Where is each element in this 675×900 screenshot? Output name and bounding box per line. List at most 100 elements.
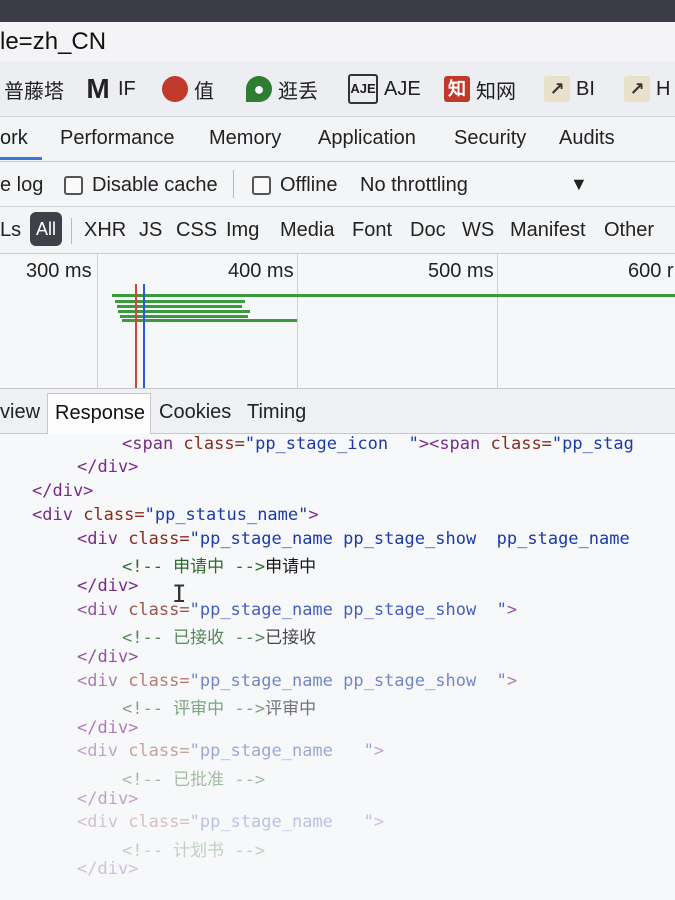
map-pin-icon: ●: [246, 76, 272, 102]
code-attr: class=: [183, 434, 245, 454]
request-bar: [118, 310, 250, 313]
devtools-tab-bar: ork Performance Memory Application Secur…: [0, 117, 675, 162]
tab-memory[interactable]: Memory: [209, 127, 281, 150]
bi-icon: ↗: [624, 76, 650, 102]
code-tag: >: [308, 505, 319, 525]
tab-response-active[interactable]: Response: [47, 393, 151, 434]
code-line: </div>: [77, 718, 139, 738]
response-source-view[interactable]: <span class="pp_stage_icon "><span class…: [0, 434, 675, 900]
code-line: </div>: [77, 859, 139, 879]
checkbox-icon[interactable]: [252, 176, 271, 195]
bookmark-label: 逛丢: [278, 80, 318, 103]
bookmark-aje[interactable]: AJE AJE: [348, 74, 421, 104]
filter-img[interactable]: Img: [226, 219, 259, 242]
code-comment: <!-- 已批准 -->: [122, 770, 266, 790]
code-tag: <div: [77, 671, 129, 691]
bookmark-gmail[interactable]: M IF: [84, 73, 135, 104]
code-line: <!-- 计划书 -->: [122, 836, 265, 861]
filter-other[interactable]: Other: [604, 219, 654, 242]
network-overview-timeline[interactable]: 300 ms 400 ms 500 ms 600 r: [0, 254, 675, 389]
tab-timing[interactable]: Timing: [247, 401, 306, 424]
code-line: </div>: [77, 457, 139, 477]
code-line: <div class="pp_stage_name pp_stage_show …: [77, 671, 517, 691]
code-value: "pp_stage_name pp_stage_show ": [189, 600, 507, 620]
code-comment: <!-- 申请中 -->: [122, 557, 266, 577]
filter-doc[interactable]: Doc: [410, 219, 446, 242]
code-tag: <div: [77, 529, 129, 549]
tab-network[interactable]: ork: [0, 127, 28, 150]
filter-font[interactable]: Font: [352, 219, 392, 242]
tab-application[interactable]: Application: [318, 127, 416, 150]
bookmark-pagoda[interactable]: 普藤塔: [4, 75, 64, 103]
filter-css[interactable]: CSS: [176, 219, 217, 242]
gmail-icon: M: [86, 73, 110, 104]
code-attr: class=: [128, 671, 190, 691]
filter-xhr[interactable]: XHR: [84, 219, 126, 242]
tab-preview[interactable]: view: [0, 401, 40, 424]
offline-checkbox[interactable]: Offline: [252, 174, 337, 197]
code-value: "pp_status_name": [144, 505, 309, 525]
tab-performance[interactable]: Performance: [60, 127, 175, 150]
code-line: </div>: [32, 481, 94, 501]
code-attr: class=: [128, 812, 190, 832]
bookmark-label: AJE: [384, 77, 421, 100]
code-tag: >: [373, 812, 385, 832]
timeline-tick-label: 300 ms: [26, 260, 92, 282]
code-text: 已接收: [265, 628, 317, 648]
timeline-gridline: [497, 254, 498, 388]
disable-cache-checkbox[interactable]: Disable cache: [64, 174, 218, 197]
bookmark-h[interactable]: ↗ H: [624, 75, 670, 103]
filter-ws[interactable]: WS: [462, 219, 494, 242]
code-value: "pp_stage_name pp_stage_show pp_stage_na…: [189, 529, 630, 549]
bi-icon: ↗: [544, 76, 570, 102]
offline-label: Offline: [280, 174, 338, 196]
code-tag: <div: [77, 741, 129, 761]
code-value: "pp_stag: [551, 434, 634, 454]
tab-security[interactable]: Security: [454, 127, 526, 150]
code-attr: class=: [83, 505, 145, 525]
filter-all-button[interactable]: All: [30, 212, 62, 246]
bookmark-value[interactable]: 值: [162, 75, 214, 103]
code-attr: class=: [128, 529, 190, 549]
chevron-down-icon[interactable]: ▼: [570, 174, 588, 195]
zhihu-icon: 知: [444, 76, 470, 102]
preserve-log-label[interactable]: e log: [0, 174, 43, 197]
code-line: </div>: [77, 576, 139, 596]
tab-response[interactable]: Response: [55, 402, 145, 425]
bookmark-label: 知网: [476, 80, 516, 103]
code-tag: >: [373, 741, 385, 761]
code-comment: <!-- 计划书 -->: [122, 841, 266, 861]
filter-prefix[interactable]: Ls: [0, 219, 21, 242]
network-toolbar: e log Disable cache Offline No throttlin…: [0, 162, 675, 207]
code-tag: >: [506, 671, 518, 691]
bookmark-label: 普藤塔: [4, 80, 64, 103]
code-line: <div class="pp_status_name">: [32, 505, 319, 525]
load-event-marker: [135, 284, 137, 388]
tab-audits[interactable]: Audits: [559, 127, 615, 150]
bookmark-bi[interactable]: ↗ BI: [544, 75, 595, 103]
code-tag: <span: [122, 434, 184, 454]
throttling-select[interactable]: No throttling: [360, 174, 468, 197]
address-bar-text[interactable]: le=zh_CN: [0, 28, 106, 56]
filter-bar: Ls XHR JS CSS Img Media Font Doc WS Mani…: [0, 207, 675, 254]
request-bar: [120, 315, 248, 318]
bookmark-zhihu[interactable]: 知知网: [444, 75, 516, 103]
filter-media[interactable]: Media: [280, 219, 334, 242]
filter-js[interactable]: JS: [139, 219, 162, 242]
request-bar: [112, 294, 675, 297]
tab-cookies[interactable]: Cookies: [159, 401, 231, 424]
checkbox-icon[interactable]: [64, 176, 83, 195]
code-line: <!-- 评审中 -->评审中: [122, 694, 316, 719]
timeline-gridline: [297, 254, 298, 388]
code-attr: class=: [490, 434, 552, 454]
code-line: </div>: [77, 789, 139, 809]
code-value: "pp_stage_name ": [189, 741, 374, 761]
filter-divider: [71, 218, 72, 244]
domcontentloaded-marker: [143, 284, 145, 388]
bookmark-map[interactable]: ● 逛丢: [246, 75, 318, 103]
code-text: 评审中: [265, 699, 317, 719]
timeline-gridline: [97, 254, 98, 388]
filter-manifest[interactable]: Manifest: [510, 219, 586, 242]
address-bar[interactable]: le=zh_CN: [0, 22, 675, 63]
timeline-tick-label: 400 ms: [228, 260, 294, 282]
